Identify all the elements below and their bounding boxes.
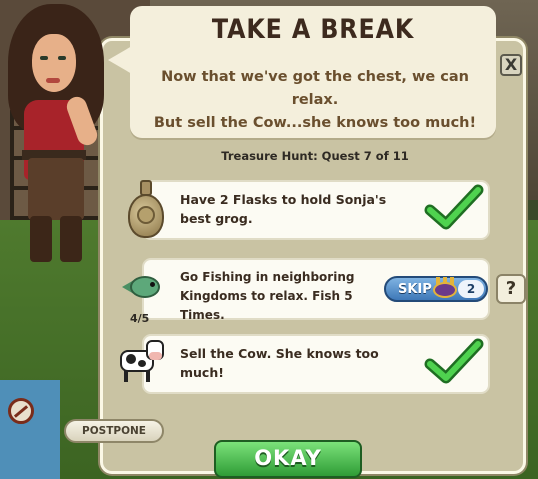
task-description: Sell the Cow. She knows too much! — [180, 344, 390, 382]
no-entry-sign-icon — [8, 398, 34, 424]
skip-cost: 2 — [458, 280, 484, 298]
quest-character-portrait — [0, 0, 120, 270]
quest-message-line-2: But sell the Cow...she knows too much! — [153, 115, 477, 131]
fish-icon — [122, 272, 166, 302]
skip-button[interactable]: SKIP 2 — [384, 276, 488, 302]
task-text-line-2: much! — [180, 365, 224, 380]
checkmark-icon — [424, 338, 484, 384]
quest-message-line-1: Now that we've got the chest, we can rel… — [161, 69, 469, 108]
background-water — [0, 380, 60, 479]
help-button[interactable]: ? — [496, 274, 526, 304]
close-button[interactable]: X — [500, 54, 522, 76]
quest-title: TAKE A BREAK — [211, 14, 415, 45]
task-description: Go Fishing in neighboring Kingdoms to re… — [180, 268, 390, 325]
postpone-button[interactable]: POSTPONE — [64, 419, 164, 443]
task-text-line-1: Sell the Cow. She knows too — [180, 346, 379, 361]
quest-message: Now that we've got the chest, we can rel… — [150, 66, 480, 135]
task-text-line-1: Have 2 Flasks to hold Sonja's — [180, 192, 387, 207]
quest-progress: Treasure Hunt: Quest 7 of 11 — [221, 149, 409, 163]
fish-progress-count: 4/5 — [130, 312, 150, 325]
okay-button[interactable]: OKAY — [214, 440, 362, 478]
flask-icon — [126, 180, 166, 240]
checkmark-icon — [424, 184, 484, 230]
task-text-line-2: Kingdoms to relax. Fish 5 Times. — [180, 289, 353, 322]
task-description: Have 2 Flasks to hold Sonja's best grog. — [180, 190, 390, 228]
task-text-line-1: Go Fishing in neighboring — [180, 270, 355, 284]
task-text-line-2: best grog. — [180, 211, 253, 226]
crown-icon — [432, 276, 458, 302]
skip-label: SKIP — [398, 282, 432, 297]
cow-icon — [116, 338, 168, 386]
